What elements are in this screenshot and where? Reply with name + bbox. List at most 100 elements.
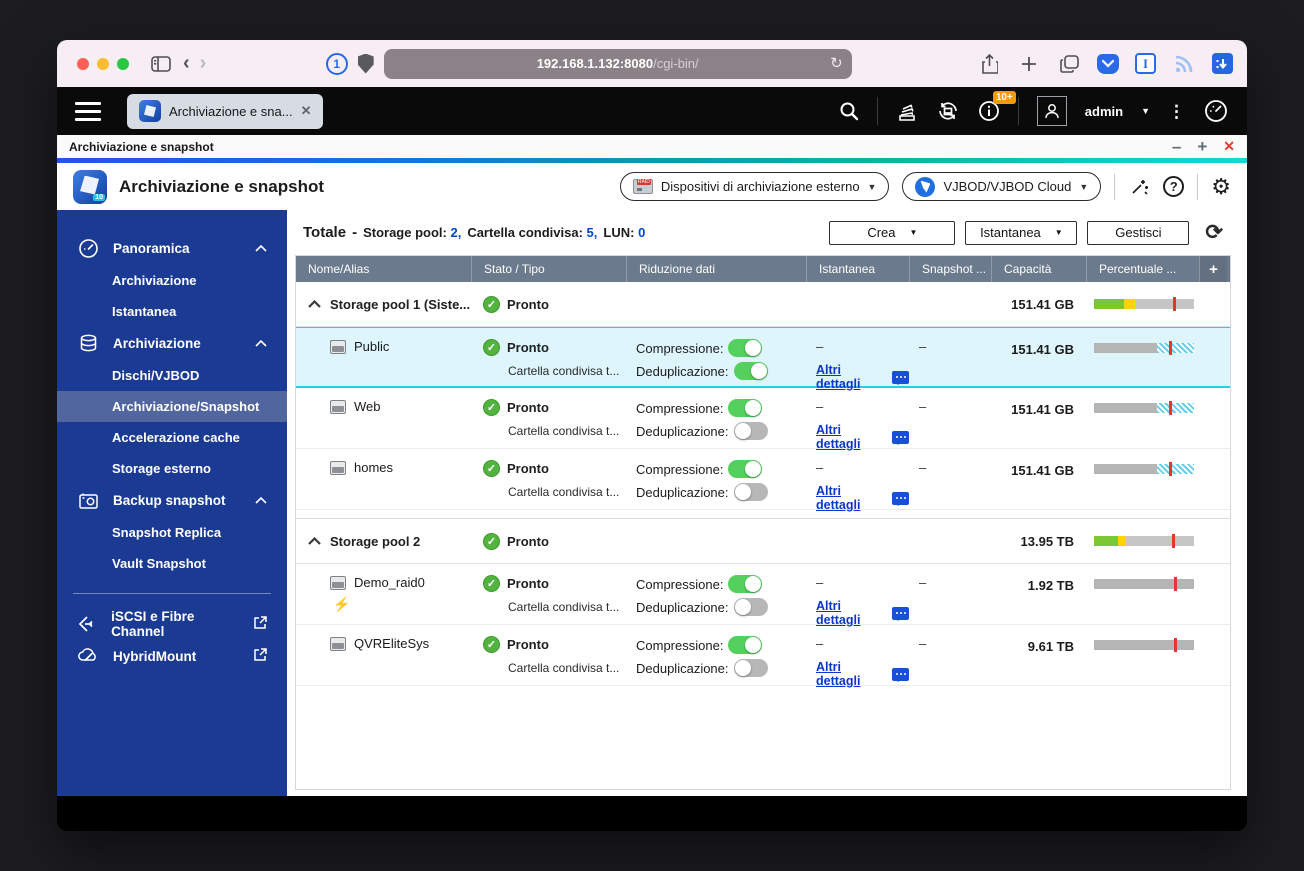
sidebar-item-dischi-vjbod[interactable]: Dischi/VJBOD xyxy=(57,360,287,391)
magic-wand-icon[interactable] xyxy=(1128,176,1150,198)
manage-button[interactable]: Gestisci xyxy=(1087,220,1190,245)
sidebar-item-vault-snapshot[interactable]: Vault Snapshot xyxy=(57,548,287,579)
chevron-up-icon xyxy=(255,340,267,347)
group-row-storage-pool-1[interactable]: Storage pool 1 (Siste... ✓ Pronto 151.41 … xyxy=(296,282,1230,327)
shield-icon[interactable] xyxy=(357,53,374,74)
desktop-background xyxy=(57,796,1247,831)
status-ok-icon: ✓ xyxy=(483,532,500,550)
create-button[interactable]: Crea ▼ xyxy=(829,220,956,245)
details-link[interactable]: Altri dettagli xyxy=(816,599,887,627)
compression-toggle[interactable] xyxy=(728,399,763,417)
dedup-toggle[interactable] xyxy=(733,422,768,440)
col-nome-alias[interactable]: Nome/Alias xyxy=(296,256,471,282)
compression-toggle[interactable] xyxy=(728,575,763,593)
sidebar-section-panoramica[interactable]: Panoramica xyxy=(57,232,287,265)
dashboard-icon[interactable] xyxy=(1203,98,1229,124)
video-download-icon[interactable] xyxy=(1212,53,1233,74)
forward-button[interactable]: › xyxy=(200,52,207,75)
table-row-qvrelitesys[interactable]: QVREliteSys ✓ Pronto Cartella condivisa t… xyxy=(296,625,1230,688)
details-link[interactable]: Altri dettagli xyxy=(816,660,887,688)
compression-toggle[interactable] xyxy=(728,636,763,654)
snapshot-dash: – xyxy=(816,399,824,414)
compression-toggle[interactable] xyxy=(728,339,763,357)
reload-icon[interactable]: ↻ xyxy=(830,54,843,72)
dedup-toggle[interactable] xyxy=(733,659,768,677)
col-riduzione-dati[interactable]: Riduzione dati xyxy=(626,256,806,282)
pocket-icon[interactable] xyxy=(1097,53,1119,74)
summary-title: Totale xyxy=(303,224,347,241)
minimize-window-button[interactable] xyxy=(97,57,109,70)
compression-toggle[interactable] xyxy=(728,460,763,478)
details-link[interactable]: Altri dettagli xyxy=(816,423,887,451)
collapse-icon[interactable] xyxy=(308,537,321,545)
snapshot-button[interactable]: Istantanea ▼ xyxy=(965,220,1078,245)
sidebar-item-archiviazione-overview[interactable]: Archiviazione xyxy=(57,265,287,296)
settings-gear-icon[interactable]: ⚙ xyxy=(1211,175,1231,198)
rss-icon[interactable] xyxy=(1172,52,1196,76)
sidebar-section-backup-snapshot[interactable]: Backup snapshot xyxy=(57,484,287,517)
zoom-window-button[interactable] xyxy=(117,57,129,70)
tab-overview-icon[interactable] xyxy=(1057,52,1081,76)
more-options-icon[interactable]: ⋮ xyxy=(1168,103,1185,120)
details-link[interactable]: Altri dettagli xyxy=(816,363,887,391)
table-row-homes[interactable]: homes ✓ Pronto Cartella condivisa t... Co… xyxy=(296,449,1230,512)
tab-close-icon[interactable]: ✕ xyxy=(301,103,312,119)
sidebar-item-accelerazione-cache[interactable]: Accelerazione cache xyxy=(57,422,287,453)
col-snapshot[interactable]: Snapshot ... xyxy=(909,256,991,282)
sidebar-item-archiviazione-snapshot[interactable]: Archiviazione/Snapshot xyxy=(57,391,287,422)
user-avatar[interactable] xyxy=(1036,96,1067,126)
vjbod-cloud-button[interactable]: VJBOD/VJBOD Cloud ▼ xyxy=(902,172,1102,201)
dedup-toggle[interactable] xyxy=(733,483,768,501)
new-tab-icon[interactable] xyxy=(1017,52,1041,76)
main-menu-icon[interactable] xyxy=(75,101,101,121)
status-ok-icon: ✓ xyxy=(483,460,500,477)
sidebar-divider xyxy=(73,593,271,594)
close-window-button[interactable] xyxy=(77,57,89,70)
table-row-demo-raid0[interactable]: Demo_raid0 ⚡ ✓ Pronto Cartella condivisa … xyxy=(296,564,1230,627)
username-label[interactable]: admin xyxy=(1085,104,1123,119)
dedup-toggle[interactable] xyxy=(733,598,768,616)
col-stato-tipo[interactable]: Stato / Tipo xyxy=(471,256,626,282)
col-capacita[interactable]: Capacità xyxy=(991,256,1086,282)
sidebar-item-istantanea-overview[interactable]: Istantanea xyxy=(57,296,287,327)
external-storage-devices-button[interactable]: Dispositivi di archiviazione esterno ▼ xyxy=(619,172,890,201)
back-button[interactable]: ‹ xyxy=(183,52,190,75)
col-percentuale[interactable]: Percentuale ... xyxy=(1086,256,1199,282)
camera-icon xyxy=(77,491,99,510)
sidebar-item-storage-esterno[interactable]: Storage esterno xyxy=(57,453,287,484)
notifications-icon[interactable]: 10+ xyxy=(978,91,1016,122)
instapaper-icon[interactable]: I xyxy=(1135,53,1156,74)
add-column-button[interactable]: + xyxy=(1199,256,1227,282)
volume-name: Web xyxy=(354,399,381,414)
refresh-icon[interactable]: ⟳ xyxy=(1205,220,1223,245)
sidebar-link-hybridmount[interactable]: HybridMount xyxy=(57,640,287,672)
search-icon[interactable] xyxy=(839,101,859,121)
collapse-icon[interactable] xyxy=(308,300,321,308)
chevron-up-icon xyxy=(255,245,267,252)
col-istantanea[interactable]: Istantanea xyxy=(806,256,909,282)
table-row-public[interactable]: Public ✓ Pronto Cartella condivisa t... C… xyxy=(296,327,1230,391)
url-host: 192.168.1.132:8080 xyxy=(536,56,654,71)
onepassword-icon[interactable]: 1 xyxy=(325,52,348,75)
ssd-bolt-icon: ⚡ xyxy=(333,596,351,612)
details-link[interactable]: Altri dettagli xyxy=(816,484,887,512)
table-row-web[interactable]: Web ✓ Pronto Cartella condivisa t... Comp… xyxy=(296,388,1230,451)
sidebar-toggle-icon[interactable] xyxy=(149,52,173,76)
window-minimize-icon[interactable]: – xyxy=(1172,138,1181,155)
sidebar-section-archiviazione[interactable]: Archiviazione xyxy=(57,327,287,360)
app-tab[interactable]: Archiviazione e sna... ✕ xyxy=(127,93,324,129)
share-icon[interactable] xyxy=(977,52,1001,76)
help-icon[interactable]: ? xyxy=(1163,176,1185,197)
sidebar-link-iscsi[interactable]: iSCSI e Fibre Channel xyxy=(57,608,287,640)
usage-bar xyxy=(1094,638,1194,652)
pool-name: Storage pool 1 (Siste... xyxy=(330,296,471,312)
background-tasks-icon[interactable] xyxy=(896,100,918,122)
dedup-toggle[interactable] xyxy=(733,362,768,380)
window-maximize-icon[interactable]: + xyxy=(1197,138,1207,155)
external-device-sync-icon[interactable] xyxy=(936,99,960,123)
group-row-storage-pool-2[interactable]: Storage pool 2 ✓ Pronto 13.95 TB xyxy=(296,519,1230,564)
window-close-icon[interactable]: ✕ xyxy=(1223,138,1235,155)
user-menu-caret-icon[interactable]: ▼ xyxy=(1141,106,1150,116)
address-bar[interactable]: 192.168.1.132:8080/cgi-bin/ ↻ xyxy=(383,48,852,79)
sidebar-item-snapshot-replica[interactable]: Snapshot Replica xyxy=(57,517,287,548)
